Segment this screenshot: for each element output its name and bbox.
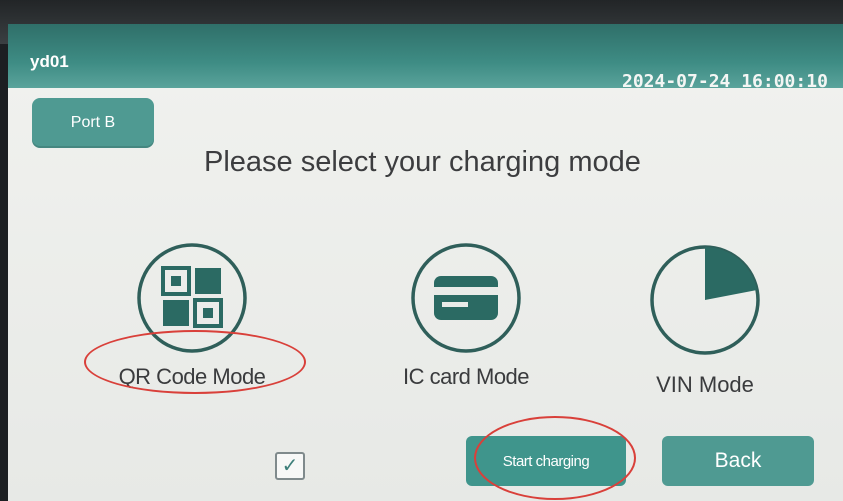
status-bar: yd01 2024-07-24 16:00:10: [8, 24, 843, 92]
confirm-checkbox[interactable]: ✓: [275, 452, 305, 480]
charger-screen: yd01 2024-07-24 16:00:10 Port B Please s…: [8, 24, 843, 501]
pie-icon: [650, 245, 760, 355]
ic-card-mode-option[interactable]: IC card Mode: [366, 242, 566, 390]
start-charging-button[interactable]: Start charging: [466, 436, 626, 486]
datetime-display: 2024-07-24 16:00:10: [622, 71, 828, 92]
ic-card-mode-label: IC card Mode: [402, 364, 530, 389]
vin-mode-option[interactable]: VIN Mode: [605, 244, 805, 398]
vin-mode-label: VIN Mode: [656, 372, 754, 397]
back-button[interactable]: Back: [662, 436, 814, 486]
qr-code-icon: [137, 243, 247, 353]
port-button[interactable]: Port B: [32, 98, 154, 148]
device-id: yd01: [30, 52, 69, 71]
qr-code-mode-label: QR Code Mode: [118, 364, 266, 389]
page-title: Please select your charging mode: [204, 146, 641, 178]
qr-code-mode-option[interactable]: QR Code Mode: [92, 242, 292, 390]
card-icon: [411, 243, 521, 353]
